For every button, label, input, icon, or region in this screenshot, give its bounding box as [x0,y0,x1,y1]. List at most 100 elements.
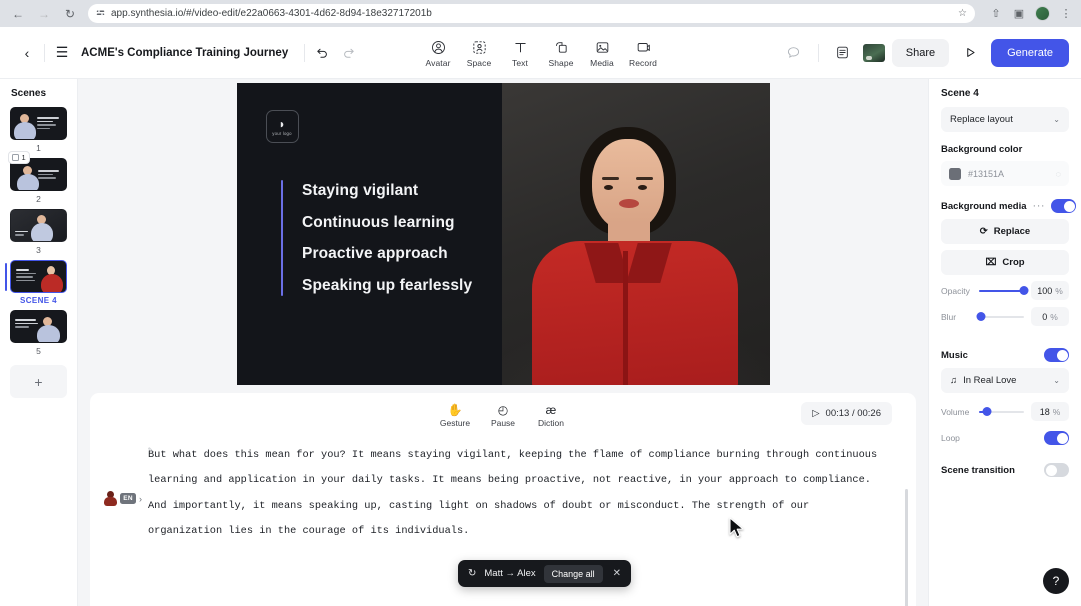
generate-button[interactable]: Generate [991,39,1069,67]
script-scrollbar[interactable] [905,489,909,606]
gesture-button[interactable]: ✋ Gesture [433,399,477,431]
volume-value-box[interactable]: 18 % [1031,402,1069,421]
scene-item-1[interactable]: 1 [6,107,72,155]
color-swatch[interactable] [949,168,961,180]
browser-profile-avatar[interactable] [1035,6,1050,21]
project-title[interactable]: ACME's Compliance Training Journey [81,47,288,59]
browser-back-button[interactable]: ← [8,4,28,24]
browser-menu-icon[interactable]: ⋮ [1059,7,1073,21]
crop-media-button[interactable]: ⌧ Crop [941,250,1069,275]
opacity-row: Opacity 100 % [941,281,1069,300]
change-all-button[interactable]: Change all [544,565,603,583]
tool-label: Record [629,58,657,68]
music-note-icon: ♫ [950,375,957,386]
blur-value: 0 [1042,312,1047,322]
replace-media-button[interactable]: ⟳ Replace [941,219,1069,244]
preview-play-icon[interactable] [956,39,984,67]
scene-item-5[interactable]: 5 [6,310,72,358]
share-icon[interactable]: ⇧ [989,7,1003,21]
script-body: EN › ✎ But what does this mean for you? … [90,437,916,545]
pause-clock-icon: ◴ [498,402,508,417]
tool-label: Avatar [425,58,450,68]
scene-select-badge[interactable]: 1 [8,151,30,164]
music-toggle[interactable] [1044,348,1069,362]
hamburger-menu-icon[interactable]: ☰ [49,40,75,66]
close-icon[interactable]: ✕ [611,568,623,579]
pause-button[interactable]: ◴ Pause [481,399,525,431]
scene-checkbox[interactable] [12,154,19,161]
eyedropper-icon[interactable]: ◌ [1056,169,1061,179]
replace-layout-select[interactable]: Replace layout ⌄ [941,107,1069,132]
back-button[interactable]: ‹ [14,40,40,66]
opacity-value-box[interactable]: 100 % [1031,281,1069,300]
volume-slider[interactable] [979,411,1024,413]
crop-label: Crop [1002,257,1024,268]
timecode-text: 00:13 / 00:26 [826,408,881,419]
side-panel-icon[interactable]: ▣ [1012,7,1026,21]
help-button[interactable]: ? [1043,568,1069,594]
edit-marker-icon: ✎ [148,438,153,463]
gesture-icon: ✋ [448,402,463,417]
tool-text[interactable]: Text [501,36,540,70]
notes-icon[interactable] [830,40,856,66]
loop-toggle[interactable] [1044,431,1069,445]
site-settings-icon[interactable] [96,9,105,18]
tool-avatar[interactable]: Avatar [419,36,458,70]
presenter-face [592,139,664,231]
address-bar[interactable]: app.synthesia.io/#/video-edit/e22a0663-4… [88,4,975,23]
music-track-select[interactable]: ♫ In Real Love ⌄ [941,368,1069,393]
background-media-toggle[interactable] [1051,199,1076,213]
add-scene-button[interactable]: + [10,365,67,398]
language-badge[interactable]: EN [120,493,136,504]
voice-change-text: Matt → Alex [484,568,535,579]
volume-label: Volume [941,407,972,417]
bookmark-icon[interactable]: ☆ [958,8,967,19]
chevron-right-icon[interactable]: › [139,494,142,504]
loop-row: Loop [941,431,1069,445]
scene-thumbnail[interactable] [10,209,67,242]
logo-placeholder[interactable]: ◗ your logo [266,110,299,143]
arrow-icon: → [506,568,516,579]
tool-record[interactable]: Record [624,36,663,70]
record-icon [636,39,651,56]
scene-thumbnail[interactable] [10,107,67,140]
scene-item-3[interactable]: 3 [6,209,72,257]
diction-button[interactable]: æ Diction [529,399,573,431]
bullet-item: Proactive approach [302,246,472,262]
scene-item-4[interactable]: SCENE 4 [6,260,72,307]
comment-icon[interactable] [781,40,807,66]
redo-icon[interactable] [335,40,361,66]
browser-forward-button[interactable]: → [34,4,54,24]
tool-space[interactable]: Space [460,36,499,70]
background-color-field[interactable]: #13151A ◌ [941,161,1069,186]
background-media-menu-icon[interactable]: ··· [1033,200,1046,212]
opacity-value: 100 [1037,286,1052,296]
accent-bar [281,180,284,296]
blur-value-box[interactable]: 0 % [1031,307,1069,326]
crop-icon: ⌧ [985,257,996,268]
app-header: ‹ ☰ ACME's Compliance Training Journey A… [0,27,1081,79]
background-media-label: Background media [941,201,1027,212]
tool-media[interactable]: Media [583,36,622,70]
tool-shape[interactable]: Shape [542,36,581,70]
scene-thumbnail[interactable] [10,260,67,293]
scene-transition-toggle[interactable] [1044,463,1069,477]
bullet-text-block[interactable]: Staying vigilant Continuous learning Pro… [281,180,473,296]
speaker-controls[interactable]: EN › [104,443,142,545]
logo-caption: your logo [272,131,291,136]
playback-timecode[interactable]: ▷ 00:13 / 00:26 [801,402,892,425]
script-textarea[interactable]: ✎ But what does this mean for you? It me… [148,443,902,545]
user-video-thumbnail[interactable] [863,44,885,62]
scene-thumbnail[interactable] [10,310,67,343]
scene-item-2[interactable]: 1 2 [6,158,72,206]
speaker-avatar[interactable] [104,491,117,506]
replace-label: Replace [994,226,1030,237]
opacity-slider[interactable] [979,290,1024,292]
browser-reload-button[interactable]: ↻ [60,4,80,24]
background-media-photo[interactable] [502,83,770,385]
scenes-panel-title: Scenes [11,88,46,99]
slide-canvas[interactable]: ◗ your logo Staying vigilant Continuous … [237,83,770,385]
undo-icon[interactable] [309,40,335,66]
blur-slider[interactable] [979,316,1024,318]
share-button[interactable]: Share [892,39,949,67]
